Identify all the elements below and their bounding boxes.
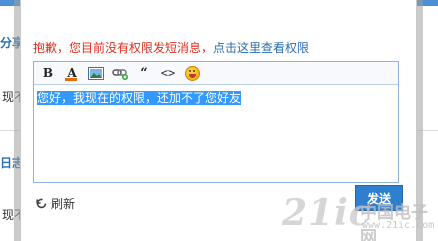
emoji-icon	[184, 65, 200, 81]
bold-button[interactable]: B	[38, 64, 58, 82]
insert-link-button[interactable]	[110, 64, 130, 82]
refresh-label: 刷新	[51, 197, 76, 211]
emoji-button[interactable]	[182, 64, 202, 82]
font-color-button[interactable]: A	[62, 64, 82, 82]
code-button[interactable]: <>	[158, 64, 178, 82]
font-color-bar	[65, 78, 77, 81]
image-icon	[88, 66, 104, 80]
link-add-icon	[111, 68, 128, 80]
permission-notice-text: 抱歉，您目前没有权限发短消息，	[33, 41, 214, 55]
refresh-button[interactable]: 刷新	[35, 195, 75, 212]
insert-image-button[interactable]	[86, 64, 106, 82]
permission-notice: 抱歉，您目前没有权限发短消息，点击这里查看权限	[33, 39, 309, 56]
message-textarea[interactable]: 您好，我现在的权限，还加不了您好友	[34, 85, 398, 111]
editor-toolbar: B A “ <>	[34, 62, 398, 85]
send-button[interactable]: 发送	[355, 185, 403, 211]
view-permissions-link[interactable]: 点击这里查看权限	[213, 41, 309, 55]
quote-button[interactable]: “	[134, 64, 154, 82]
message-dialog: 抱歉，您目前没有权限发短消息，点击这里查看权限 B A “ <> 您好，我现在的…	[20, 0, 417, 241]
selected-message-text: 您好，我现在的权限，还加不了您好友	[37, 91, 242, 105]
message-editor: B A “ <> 您好，我现在的权限，还加不了您好友	[33, 61, 399, 183]
screen: 分享 现不 日志 现不 抱歉，您目前没有权限发短消息，点击这里查看权限 B A	[0, 0, 438, 241]
refresh-icon	[36, 198, 47, 209]
